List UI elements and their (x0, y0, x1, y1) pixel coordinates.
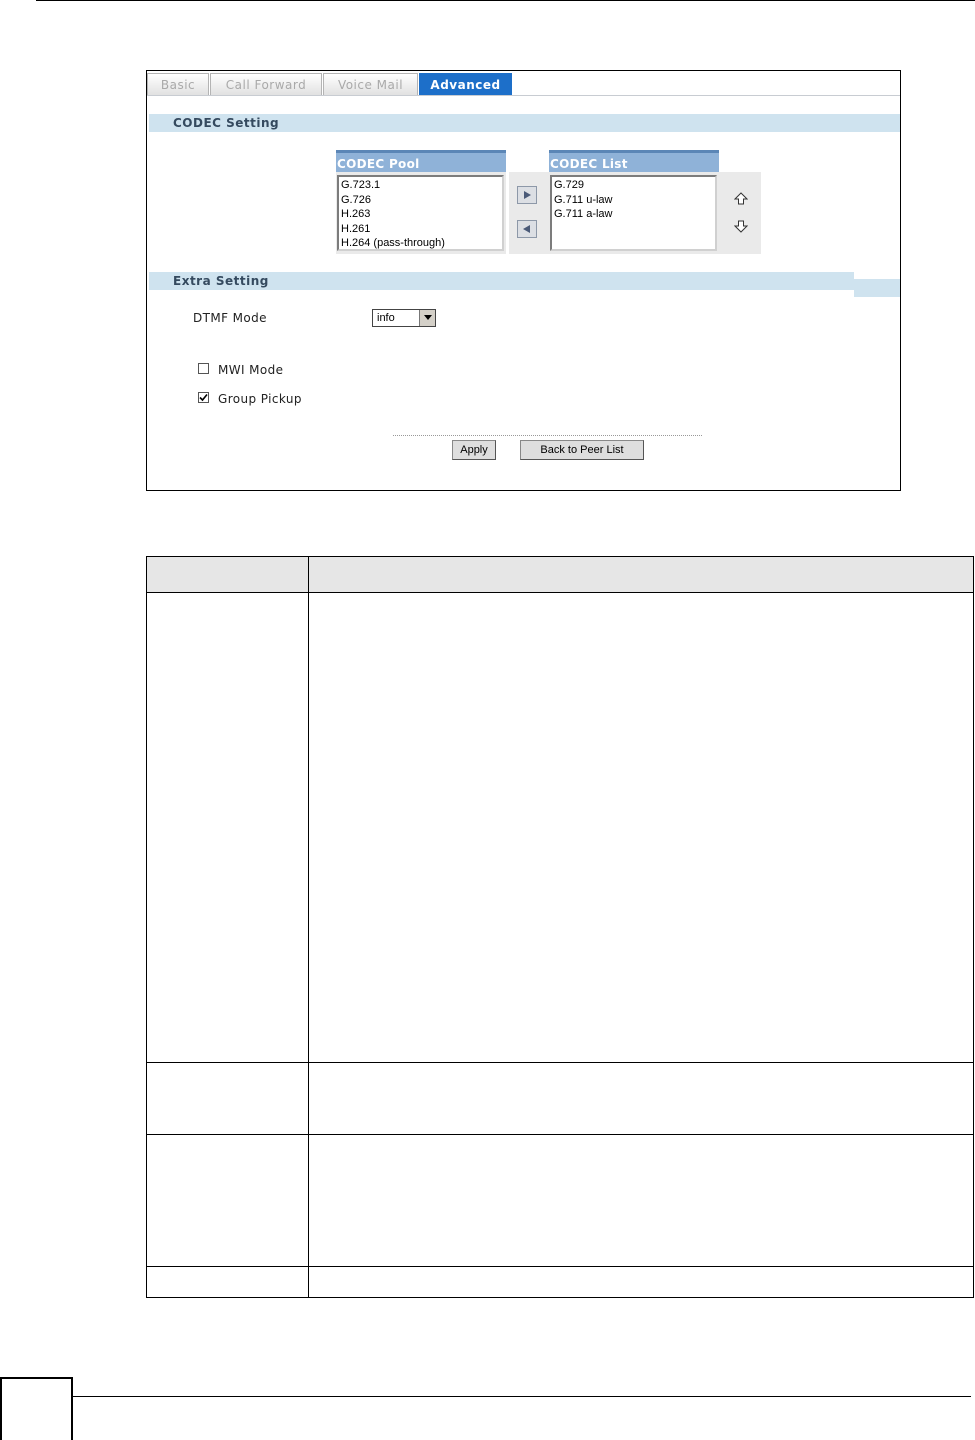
add-codec-button[interactable] (517, 186, 537, 204)
list-item[interactable]: H.261 (341, 222, 500, 237)
list-item[interactable]: G.711 a-law (554, 207, 713, 222)
list-item[interactable]: G.726 (341, 193, 500, 208)
field-description-table (146, 556, 974, 1298)
codec-pool-listbox[interactable]: G.723.1 G.726 H.263 H.261 H.264 (pass-th… (337, 175, 504, 251)
tab-voice-mail[interactable]: Voice Mail (323, 73, 418, 95)
group-pickup-checkbox[interactable] (198, 392, 209, 403)
apply-button[interactable]: Apply (452, 440, 496, 460)
list-item[interactable]: G.729 (554, 178, 713, 193)
arrow-right-icon (524, 191, 531, 199)
back-to-peer-list-button[interactable]: Back to Peer List (520, 440, 644, 460)
extra-setting-header: Extra Setting (149, 272, 854, 290)
mwi-mode-label: MWI Mode (218, 363, 284, 377)
group-pickup-label: Group Pickup (218, 392, 302, 406)
table-row (147, 593, 973, 1063)
checkmark-icon (199, 393, 208, 402)
tab-bar: Basic Call Forward Voice Mail Advanced (147, 71, 900, 96)
list-item[interactable]: H.264 (pass-through) (341, 236, 500, 249)
dtmf-mode-label: DTMF Mode (193, 311, 267, 325)
extra-setting-header-tail (854, 279, 900, 297)
arrow-left-icon (523, 225, 530, 233)
top-rule (36, 0, 975, 1)
column-divider (308, 557, 309, 1297)
arrow-down-icon (734, 220, 748, 233)
move-up-button[interactable] (733, 191, 749, 207)
move-buttons-frame (509, 172, 549, 254)
advanced-settings-panel: Basic Call Forward Voice Mail Advanced C… (146, 70, 901, 491)
table-header-row (147, 557, 973, 593)
table-row (147, 1063, 973, 1135)
chevron-down-icon (419, 310, 435, 326)
page-number-box (0, 1377, 73, 1440)
codec-list-listbox[interactable]: G.729 G.711 u-law G.711 a-law (550, 175, 717, 251)
move-down-button[interactable] (733, 218, 749, 234)
tab-basic[interactable]: Basic (147, 73, 209, 95)
codec-pool-title: CODEC Pool (336, 150, 506, 172)
tab-advanced[interactable]: Advanced (419, 73, 512, 95)
list-item[interactable]: G.723.1 (341, 178, 500, 193)
codec-list-title: CODEC List (549, 150, 719, 172)
table-row (147, 1135, 973, 1267)
mwi-mode-checkbox[interactable] (198, 363, 209, 374)
remove-codec-button[interactable] (517, 220, 537, 238)
codec-setting-header: CODEC Setting (149, 114, 900, 132)
button-divider (393, 435, 702, 436)
footer-rule (73, 1396, 971, 1397)
list-item[interactable]: H.263 (341, 207, 500, 222)
dtmf-mode-value: info (377, 312, 395, 324)
tab-call-forward[interactable]: Call Forward (210, 73, 322, 95)
list-item[interactable]: G.711 u-law (554, 193, 713, 208)
dtmf-mode-select[interactable]: info (372, 309, 436, 327)
table-row (147, 1267, 973, 1297)
arrow-up-icon (734, 192, 748, 205)
